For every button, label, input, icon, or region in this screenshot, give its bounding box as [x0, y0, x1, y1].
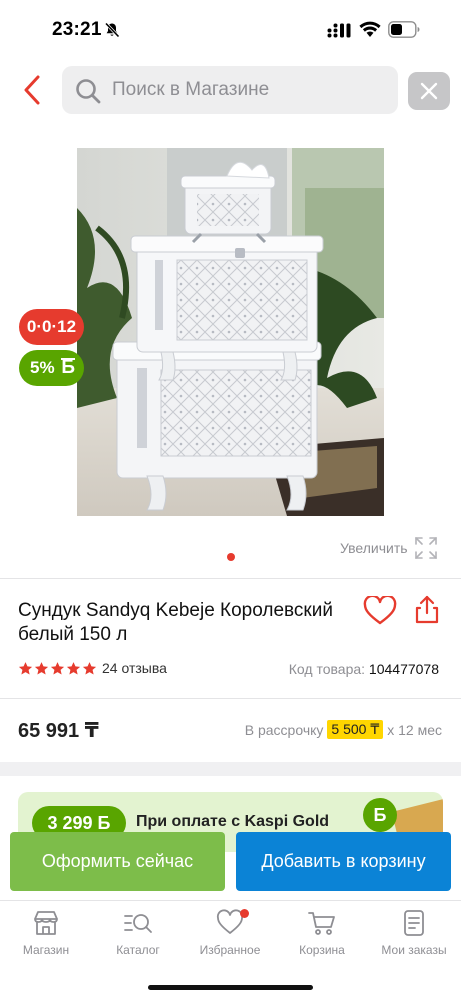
section-separator — [0, 762, 461, 776]
divider — [0, 578, 461, 579]
star-icon — [82, 661, 97, 674]
reviews-link[interactable]: 24 отзыва — [102, 660, 167, 676]
installment-info[interactable]: В рассрочку 5 500 ₸ х 12 мес — [245, 720, 442, 739]
tab-store[interactable]: Магазин — [0, 909, 92, 965]
favorite-heart-icon[interactable] — [363, 596, 397, 626]
installment-amount: 5 500 ₸ — [327, 720, 384, 739]
search-icon — [76, 79, 101, 104]
product-code-label: Код товара: — [288, 661, 366, 677]
rating-row: 24 отзыва — [18, 660, 167, 676]
product-image-illustration — [77, 148, 384, 516]
clear-search-button[interactable] — [408, 72, 450, 110]
tab-label: Магазин — [22, 943, 70, 957]
tab-orders[interactable]: Мои заказы — [368, 909, 460, 965]
battery-icon — [388, 21, 420, 38]
close-icon — [420, 82, 438, 100]
gallery-page-dot — [227, 553, 235, 561]
tab-cart[interactable]: Корзина — [276, 909, 368, 965]
zoom-button[interactable]: Увеличить — [340, 537, 438, 559]
rating-stars — [18, 661, 98, 676]
tab-favorites[interactable]: Избранное — [184, 909, 276, 965]
tab-label: Избранное — [199, 943, 261, 957]
product-photo[interactable] — [77, 148, 384, 516]
product-title: Сундук Sandyq Kebeje Королевский белый 1… — [18, 600, 333, 645]
status-time: 23:21 — [52, 19, 102, 40]
tab-label: Корзина — [299, 943, 345, 957]
status-bar: 23:21 — [0, 0, 461, 60]
divider — [0, 698, 461, 699]
tab-label: Мои заказы — [381, 943, 447, 957]
expand-icon — [414, 537, 437, 559]
product-code: Код товара: 104477078 — [289, 661, 439, 677]
star-icon — [34, 661, 49, 674]
installment-term: х 12 мес — [387, 721, 442, 738]
orders-icon — [404, 910, 424, 936]
timer-badge: 0·0·12 — [19, 309, 84, 345]
bell-slash-icon — [104, 22, 120, 38]
back-chevron-icon[interactable] — [18, 72, 48, 108]
star-icon — [50, 661, 65, 674]
star-icon — [18, 661, 33, 674]
price: 65 991 ₸ — [18, 720, 99, 742]
home-indicator — [148, 985, 313, 990]
store-icon — [34, 911, 58, 935]
bonus-badge: 5% Б — [19, 350, 84, 386]
zoom-label: Увеличить — [340, 540, 408, 556]
catalog-search-icon — [124, 914, 152, 933]
product-code-value: 104477078 — [368, 661, 439, 677]
cellular-signal-icon — [327, 23, 351, 38]
tab-label: Каталог — [116, 943, 160, 957]
share-icon[interactable] — [413, 595, 441, 625]
add-to-cart-button[interactable]: Добавить в корзину — [236, 832, 451, 891]
installment-label: В рассрочку — [244, 721, 324, 738]
buy-now-button[interactable]: Оформить сейчас — [10, 832, 225, 891]
bonus-coin-icon: Б — [363, 798, 397, 832]
wifi-icon — [359, 21, 381, 37]
bonus-badge-percent: 5% — [30, 358, 55, 377]
bonus-badge-symbol: Б — [61, 357, 75, 378]
notification-dot — [240, 909, 249, 918]
cart-icon — [308, 912, 335, 935]
promo-text: При оплате с Kaspi Gold — [136, 813, 330, 830]
search-bar[interactable] — [62, 66, 398, 114]
search-input[interactable] — [112, 66, 392, 114]
star-icon — [66, 661, 81, 674]
tab-catalog[interactable]: Каталог — [92, 909, 184, 965]
